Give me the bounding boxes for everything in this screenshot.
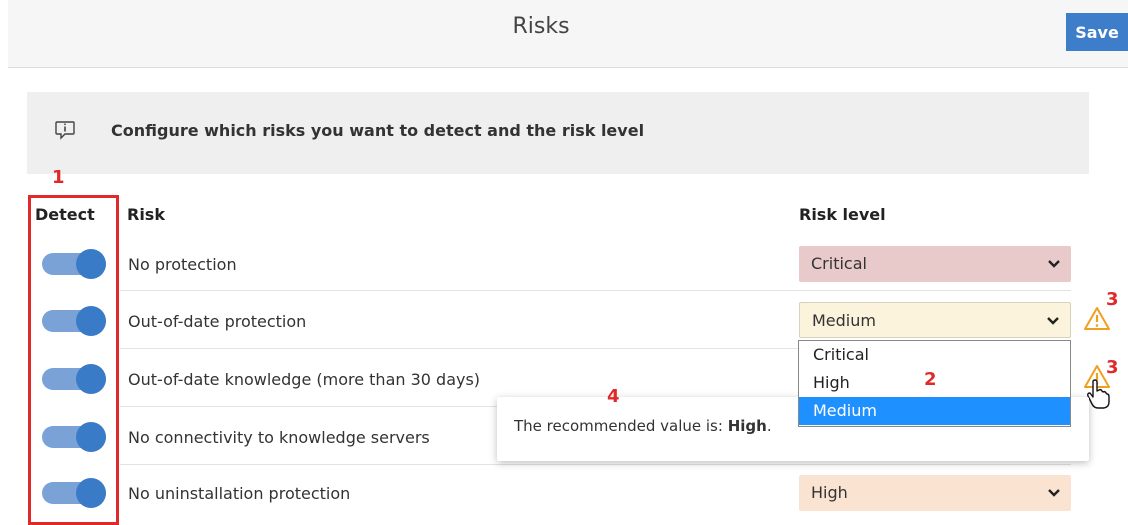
info-bubble-icon <box>55 121 75 140</box>
annotation-number: 3 <box>1106 357 1119 378</box>
risk-level-select[interactable]: Medium <box>799 302 1071 338</box>
annotation-number: 3 <box>1106 289 1119 310</box>
page-title: Risks <box>512 14 570 39</box>
row-divider <box>120 464 1071 465</box>
tooltip-recommended-value: High <box>727 417 767 435</box>
info-banner: Configure which risks you want to detect… <box>27 92 1089 174</box>
risk-level-value: High <box>811 483 848 502</box>
dropdown-option-critical[interactable]: Critical <box>799 341 1070 369</box>
save-button[interactable]: Save <box>1066 13 1128 51</box>
risk-label: Out-of-date knowledge (more than 30 days… <box>128 370 481 389</box>
chevron-down-icon <box>1048 260 1060 268</box>
info-text: Configure which risks you want to detect… <box>111 121 645 140</box>
tooltip-text: The recommended value is: High. <box>514 417 772 435</box>
annotation-number: 1 <box>52 167 65 188</box>
risk-label: No connectivity to knowledge servers <box>128 428 430 447</box>
risk-level-value: Medium <box>812 311 876 330</box>
dropdown-option-medium[interactable]: Medium <box>799 397 1070 425</box>
hand-cursor-icon <box>1087 379 1110 409</box>
tooltip-prefix: The recommended value is: <box>514 417 728 435</box>
risk-level-value: Critical <box>811 254 867 273</box>
risk-label: No protection <box>128 255 237 274</box>
annotation-number: 4 <box>607 386 620 407</box>
risk-level-select[interactable]: High <box>799 475 1071 511</box>
risk-label: No uninstallation protection <box>128 484 351 503</box>
annotation-box-detect-column <box>28 195 119 525</box>
column-header-risk: Risk <box>127 205 165 224</box>
risk-level-select[interactable]: Critical <box>799 246 1071 282</box>
annotation-number: 2 <box>924 369 937 390</box>
tooltip-suffix: . <box>766 417 772 435</box>
chevron-down-icon <box>1047 317 1059 325</box>
risk-label: Out-of-date protection <box>128 312 307 331</box>
chevron-down-icon <box>1048 489 1060 497</box>
column-header-risk-level: Risk level <box>799 205 886 224</box>
top-bar: Risks Save <box>8 0 1128 68</box>
row-divider <box>120 290 1071 291</box>
